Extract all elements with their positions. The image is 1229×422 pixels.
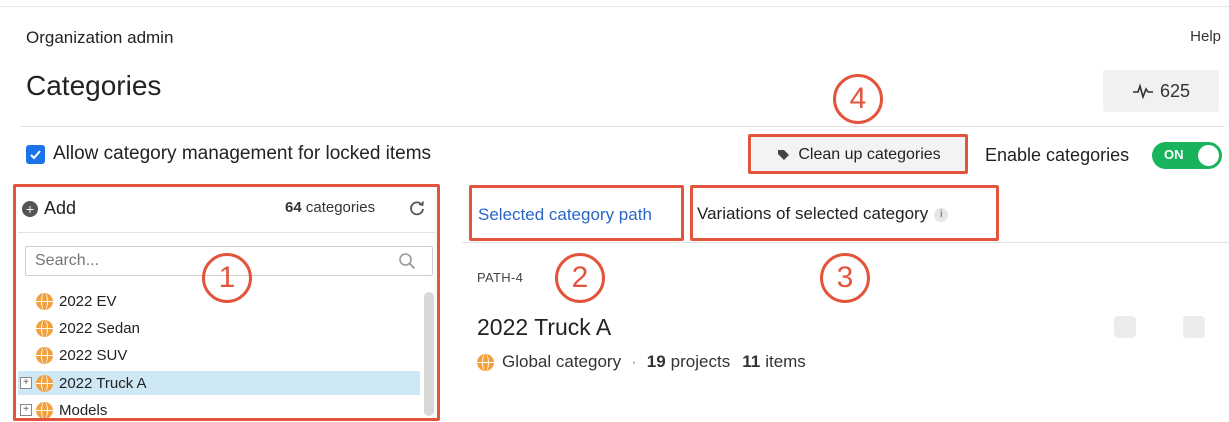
category-scope: Global category — [502, 352, 622, 371]
allow-locked-checkbox[interactable] — [26, 144, 45, 164]
header-divider — [20, 126, 1225, 127]
items-count: 11 — [742, 352, 761, 371]
tree-item[interactable]: 2022 SUV — [18, 343, 420, 367]
tab-variations[interactable]: Variations of selected category i — [697, 204, 949, 224]
page-title: Categories — [26, 70, 162, 101]
settings-icon[interactable] — [1183, 316, 1205, 338]
tree-item-selected[interactable]: + 2022 Truck A — [18, 371, 420, 395]
callout-number-1: 1 — [202, 253, 252, 303]
toggle-knob — [1198, 145, 1219, 166]
tree-scrollbar[interactable] — [424, 292, 434, 416]
category-count-number: 64 — [285, 199, 302, 216]
items-label: items — [765, 352, 806, 371]
expand-icon[interactable]: + — [20, 377, 32, 389]
help-link[interactable]: Help — [1190, 28, 1221, 45]
activity-icon — [1132, 83, 1153, 99]
tree-item-label: 2022 SUV — [59, 346, 128, 364]
tree-item-label: 2022 EV — [59, 292, 117, 310]
expand-icon[interactable]: + — [20, 404, 32, 416]
allow-locked-option[interactable]: Allow category management for locked ite… — [26, 143, 431, 165]
search-icon[interactable] — [398, 252, 416, 270]
category-title: 2022 Truck A — [477, 314, 612, 340]
add-category-button[interactable]: + Add — [22, 198, 76, 219]
org-title: Organization admin — [26, 28, 174, 47]
panel-divider — [18, 232, 436, 233]
refresh-icon[interactable] — [408, 199, 426, 217]
path-label: PATH-4 — [477, 270, 524, 285]
tree-item-label: 2022 Sedan — [59, 319, 140, 337]
projects-count: 19 — [646, 352, 666, 371]
tree-item-label: Models — [59, 401, 108, 419]
category-count: 64 categories — [285, 199, 375, 216]
toggle-state: ON — [1164, 147, 1184, 162]
callout-number-2: 2 — [555, 253, 605, 303]
globe-icon — [36, 346, 53, 364]
add-label: Add — [44, 198, 77, 218]
tab-selected-category-path[interactable]: Selected category path — [478, 205, 652, 225]
globe-icon — [36, 401, 53, 419]
callout-number-3: 3 — [820, 253, 870, 303]
activity-button[interactable]: 625 — [1103, 70, 1219, 112]
enable-categories-toggle[interactable]: ON — [1152, 142, 1222, 169]
meta-separator: · — [631, 352, 637, 371]
info-icon: i — [934, 207, 949, 222]
check-icon — [30, 149, 41, 159]
category-count-suffix: categories — [305, 199, 376, 216]
plus-icon: + — [22, 200, 38, 217]
category-meta: Global category · 19 projects 11 items — [477, 352, 806, 372]
globe-icon — [477, 353, 494, 371]
tab-divider — [462, 242, 1229, 243]
cleanup-label: Clean up categories — [798, 146, 941, 163]
share-icon[interactable] — [1114, 316, 1136, 338]
tree-item[interactable]: 2022 Sedan — [18, 316, 420, 340]
top-border — [0, 6, 1229, 7]
tab-variations-label: Variations of selected category — [697, 204, 929, 223]
callout-number-4: 4 — [833, 74, 883, 124]
globe-icon — [36, 319, 53, 337]
enable-categories-label: Enable categories — [985, 145, 1130, 165]
cleanup-categories-button[interactable]: Clean up categories — [752, 137, 966, 173]
tree-item[interactable]: + Models — [18, 398, 420, 422]
tree-item-label: 2022 Truck A — [59, 374, 147, 392]
globe-icon — [36, 374, 53, 392]
tag-icon — [778, 149, 790, 160]
globe-icon — [36, 292, 53, 310]
allow-locked-label: Allow category management for locked ite… — [53, 143, 432, 164]
projects-label: projects — [670, 352, 731, 371]
activity-count: 625 — [1159, 80, 1191, 101]
